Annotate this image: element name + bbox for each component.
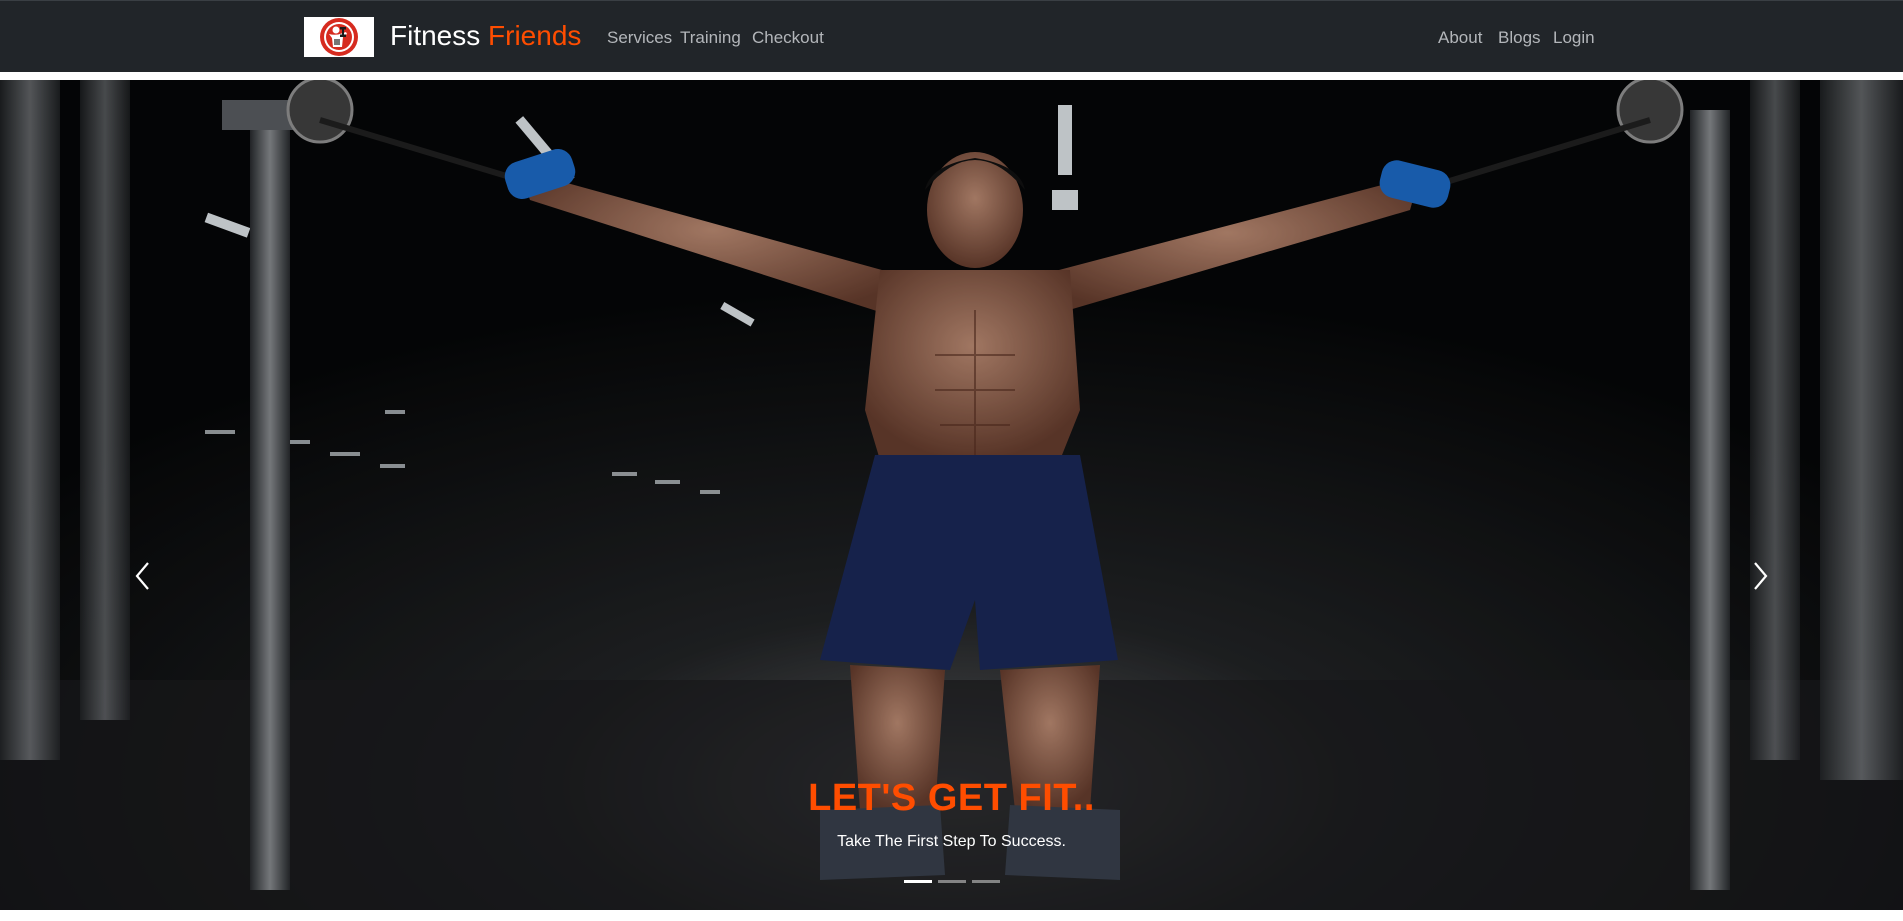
carousel-indicator-1[interactable] (903, 880, 932, 883)
carousel-prev-button[interactable] (123, 543, 163, 609)
hero-caption-subtitle: Take The First Step To Success. (837, 833, 1066, 850)
nav-link-about[interactable]: About (1438, 28, 1482, 48)
nav-link-login[interactable]: Login (1553, 28, 1595, 48)
carousel-indicator-2[interactable] (937, 880, 966, 883)
brand-name-part2: Friends (488, 20, 582, 51)
carousel-next-button[interactable] (1740, 543, 1780, 609)
chevron-left-icon (135, 562, 149, 590)
carousel-indicator-3[interactable] (971, 880, 1000, 883)
nav-link-checkout[interactable]: Checkout (752, 28, 824, 48)
carousel-indicators (0, 880, 1903, 883)
brand-name-part1: Fitness (390, 20, 481, 51)
bodybuilder-logo-icon (320, 18, 358, 56)
chevron-right-icon (1754, 562, 1768, 590)
nav-link-training[interactable]: Training (680, 28, 741, 48)
top-navbar: Fitness Friends Services Training Checko… (0, 0, 1903, 72)
navbar-gap (0, 72, 1903, 80)
nav-link-services[interactable]: Services (607, 28, 672, 48)
hero-carousel: LET'S GET FIT.. Take The First Step To S… (0, 80, 1903, 910)
brand-name[interactable]: Fitness Friends (390, 18, 581, 54)
nav-link-blogs[interactable]: Blogs (1498, 28, 1541, 48)
hero-caption-title: LET'S GET FIT.. (808, 777, 1095, 819)
brand-logo[interactable] (304, 17, 374, 57)
